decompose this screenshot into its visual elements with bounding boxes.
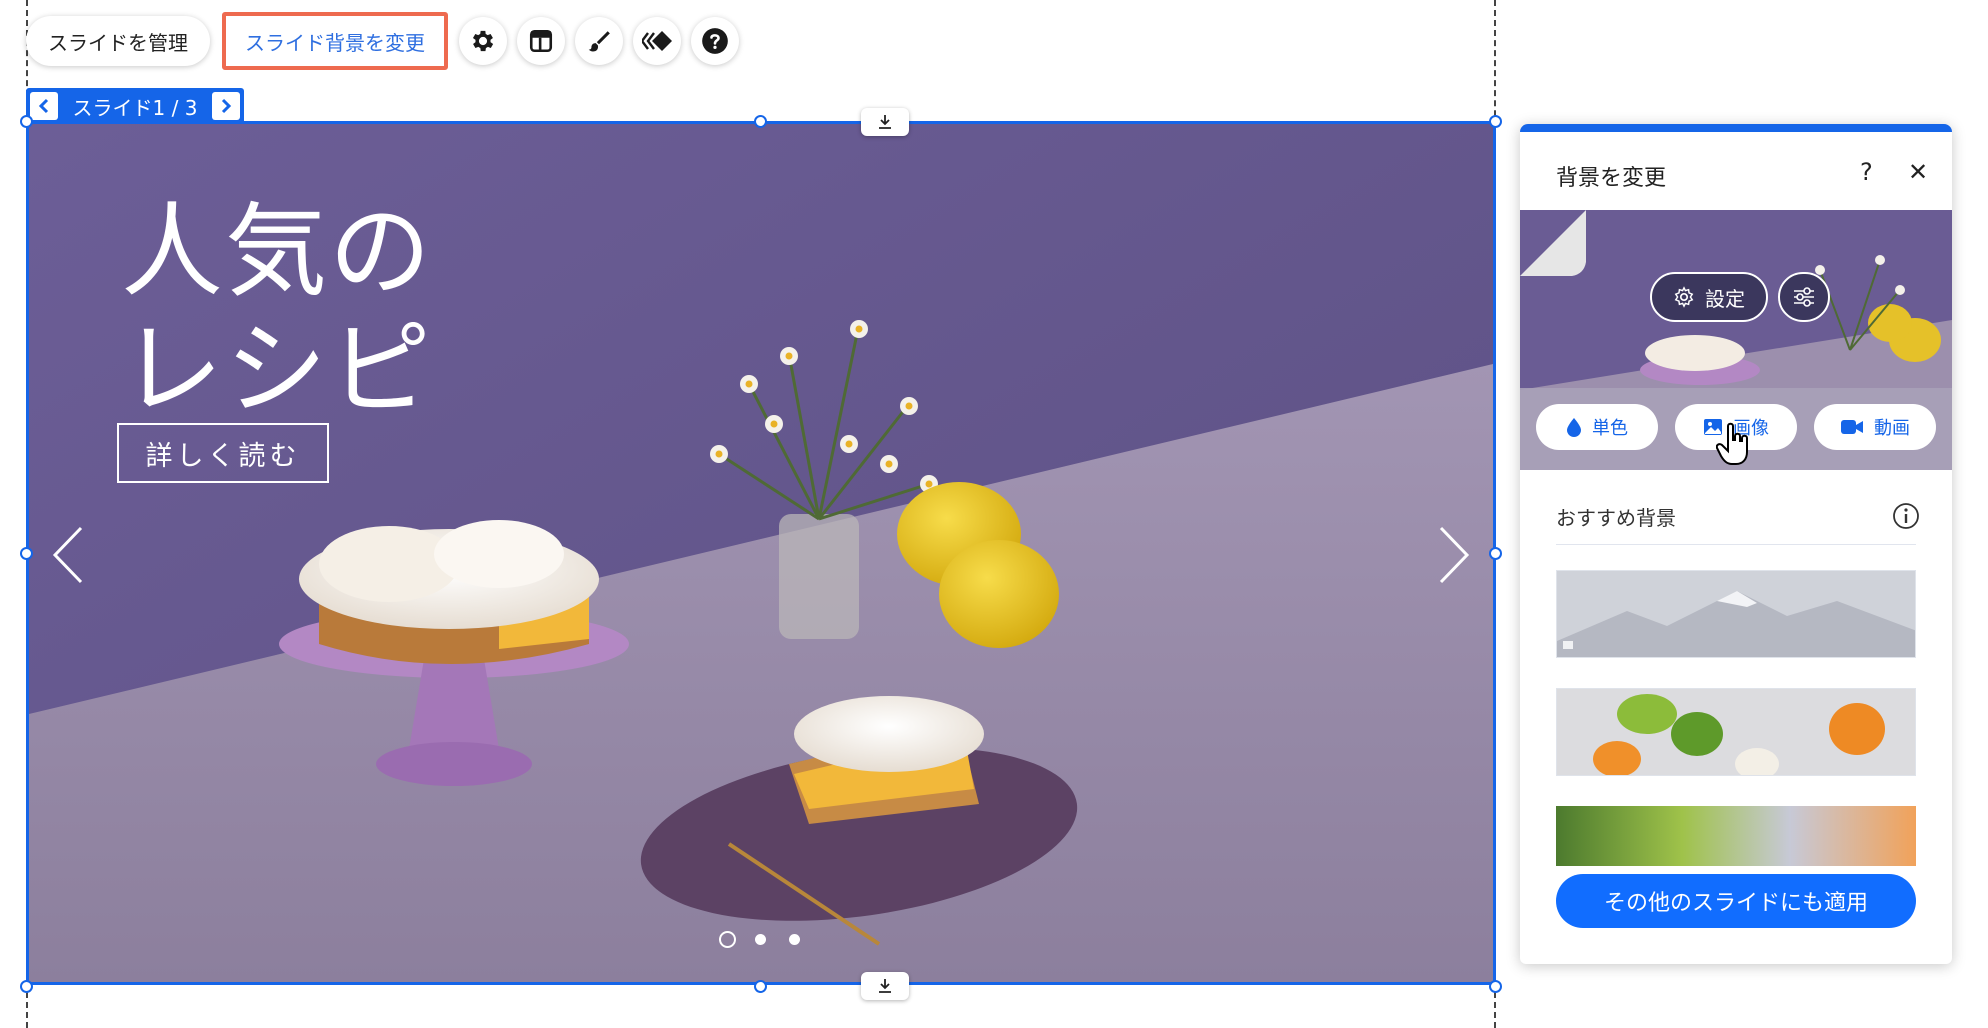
layout-button[interactable] xyxy=(517,17,565,65)
mountain-thumbnail-image xyxy=(1557,571,1915,657)
settings-button[interactable] xyxy=(459,17,507,65)
stretch-bottom-button[interactable] xyxy=(861,972,909,1000)
resize-handle-top-left[interactable] xyxy=(20,115,33,128)
background-preview: 設定 単色 画像 動画 xyxy=(1520,210,1952,470)
preview-settings-label: 設定 xyxy=(1705,286,1745,311)
section-divider xyxy=(1556,544,1916,545)
pagination-dot-2[interactable] xyxy=(755,934,766,945)
apply-to-other-slides-button[interactable]: その他のスライドにも適用 xyxy=(1556,874,1916,928)
recommended-background-thumbnail-2[interactable] xyxy=(1556,688,1916,776)
pagination-dot-1[interactable] xyxy=(719,931,736,948)
resize-handle-top-right[interactable] xyxy=(1489,115,1502,128)
design-button[interactable] xyxy=(575,17,623,65)
resize-handle-bottom-left[interactable] xyxy=(20,980,33,993)
slide-title-line-1: 人気の xyxy=(121,193,433,312)
solid-color-label: 単色 xyxy=(1592,418,1628,439)
video-button[interactable]: 動画 xyxy=(1814,404,1936,450)
slide-title[interactable]: 人気の レシピ xyxy=(121,194,433,430)
gear-icon xyxy=(472,30,494,52)
change-slide-background-button[interactable]: スライド背景を変更 xyxy=(227,17,443,65)
layout-icon xyxy=(529,29,553,53)
slide-counter: スライド1 / 3 xyxy=(72,95,198,120)
drop-icon xyxy=(1567,418,1581,437)
read-more-button[interactable]: 詳しく読む xyxy=(117,423,329,483)
sliders-icon xyxy=(1794,287,1814,307)
stretch-top-button[interactable] xyxy=(861,108,909,136)
resize-handle-middle-right[interactable] xyxy=(1489,547,1502,560)
animation-icon xyxy=(642,31,672,51)
manage-slides-button[interactable]: スライドを管理 xyxy=(26,16,210,66)
recommended-background-thumbnail-3[interactable] xyxy=(1556,806,1916,866)
next-arrow-icon[interactable] xyxy=(1437,524,1471,586)
slide-title-line-2: レシピ xyxy=(121,311,433,430)
info-icon[interactable] xyxy=(1892,502,1920,530)
resize-handle-top-center[interactable] xyxy=(754,115,767,128)
download-arrow-icon xyxy=(879,115,891,129)
gradient-thumbnail-image xyxy=(1556,806,1916,866)
help-button[interactable] xyxy=(691,17,739,65)
panel-close-button[interactable]: ✕ xyxy=(1908,158,1928,186)
next-slide-button[interactable] xyxy=(212,92,240,120)
recommended-background-thumbnail-1[interactable] xyxy=(1556,570,1916,658)
pagination-dots xyxy=(719,930,829,950)
resize-handle-bottom-center[interactable] xyxy=(754,980,767,993)
panel-title: 背景を変更 xyxy=(1556,166,1667,191)
citrus-thumbnail-image xyxy=(1557,689,1915,775)
change-background-panel: 背景を変更 ? ✕ 設定 単色 画像 動画 おすすめ背景 その他のスライドにも適… xyxy=(1520,124,1952,964)
animation-button[interactable] xyxy=(633,17,681,65)
resize-handle-bottom-right[interactable] xyxy=(1489,980,1502,993)
hand-cursor-icon xyxy=(1716,422,1748,465)
preview-settings-button[interactable]: 設定 xyxy=(1650,272,1768,322)
download-arrow-icon xyxy=(879,979,891,993)
previous-arrow-icon[interactable] xyxy=(51,524,85,586)
pagination-dot-3[interactable] xyxy=(789,934,800,945)
resize-handle-middle-left[interactable] xyxy=(20,547,33,560)
help-icon xyxy=(702,28,728,54)
slideshow-canvas[interactable]: 人気の レシピ 詳しく読む xyxy=(26,121,1496,985)
recommended-backgrounds-label: おすすめ背景 xyxy=(1556,506,1676,530)
video-icon xyxy=(1841,420,1863,434)
chevron-right-icon xyxy=(221,98,232,114)
video-label: 動画 xyxy=(1874,418,1910,439)
previous-slide-button[interactable] xyxy=(30,92,58,120)
slide-navigator: スライド1 / 3 xyxy=(26,88,244,124)
solid-color-button[interactable]: 単色 xyxy=(1536,404,1658,450)
page-curl-icon xyxy=(1520,210,1586,276)
chevron-left-icon xyxy=(38,98,49,114)
preview-adjust-button[interactable] xyxy=(1778,272,1830,322)
panel-help-button[interactable]: ? xyxy=(1860,158,1873,186)
gear-icon xyxy=(1674,286,1694,308)
brush-icon xyxy=(588,31,610,52)
